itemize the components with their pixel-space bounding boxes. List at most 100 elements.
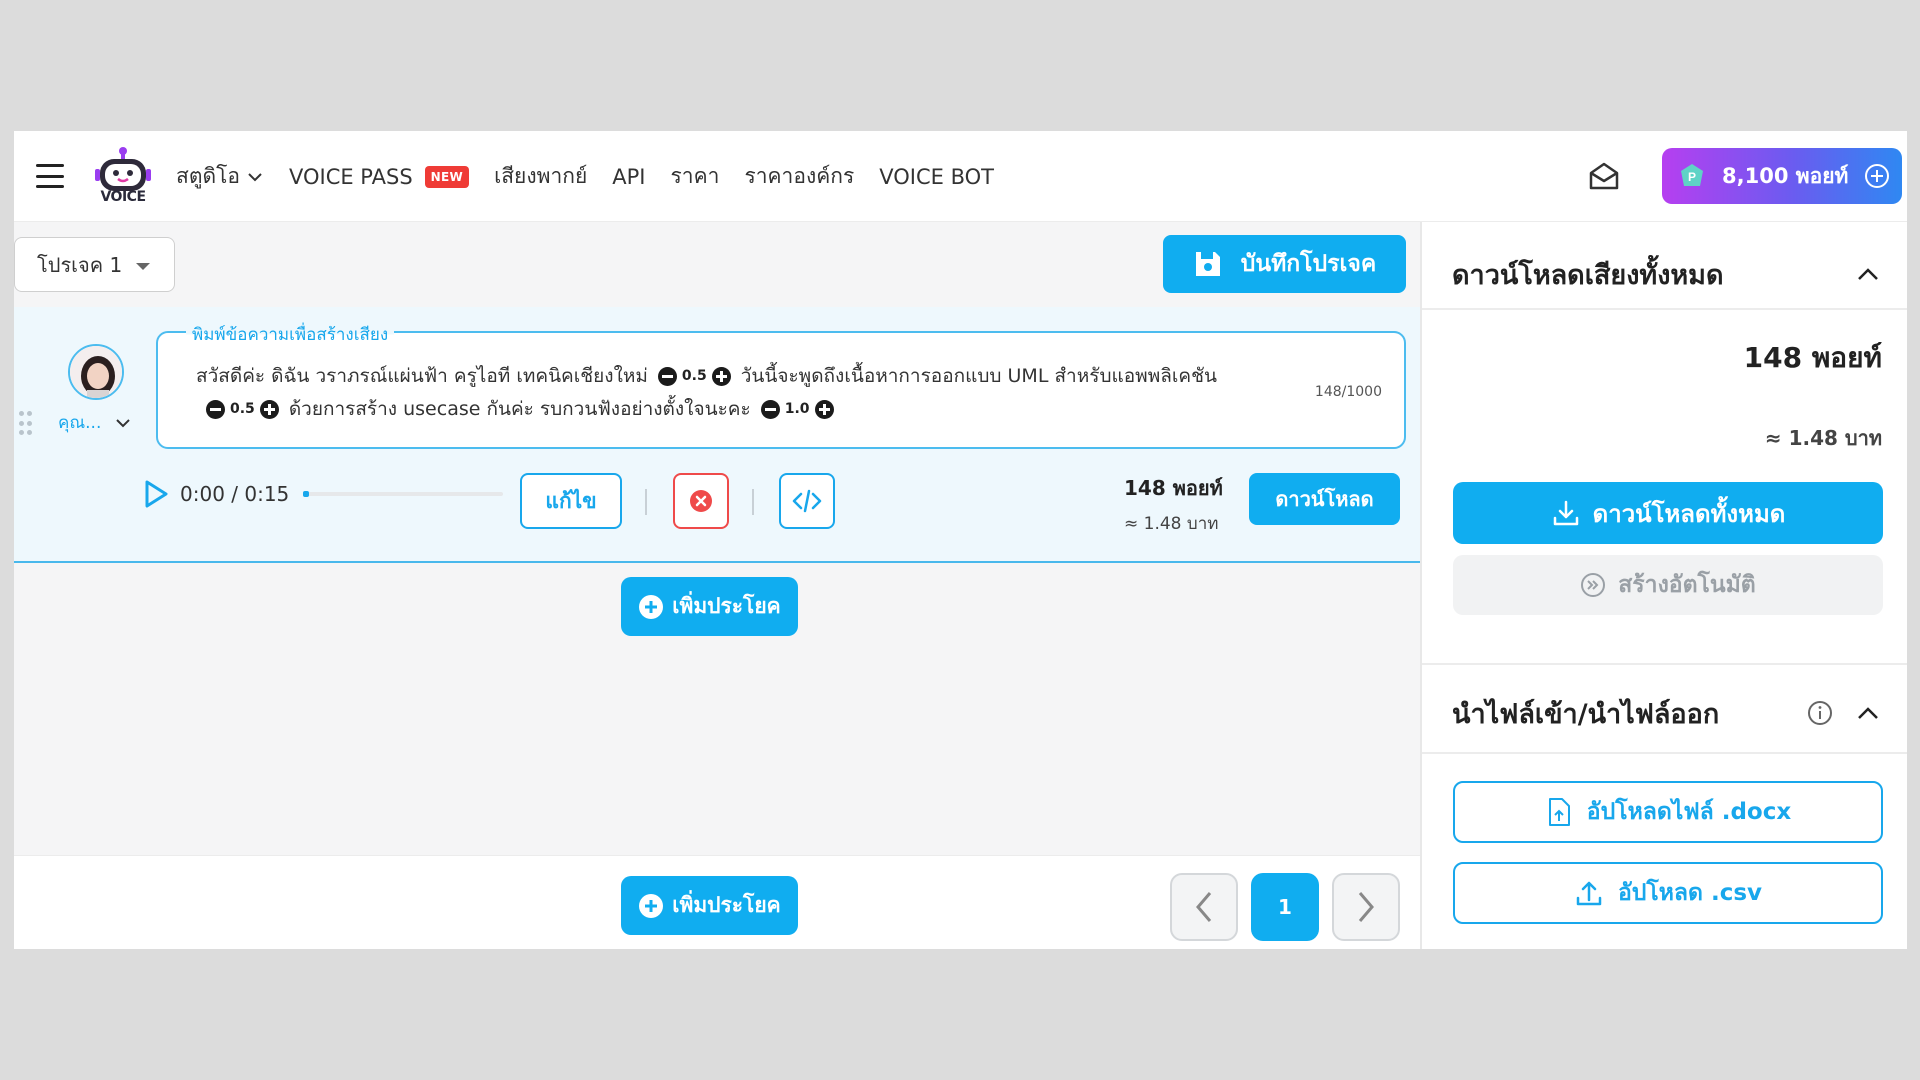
floppy-disk-icon bbox=[1195, 252, 1220, 276]
text-segment: วันนี้จะพูดถึงเนื้อหาการออกแบบ UML สำหรั… bbox=[740, 365, 1217, 387]
sentence-points: 148 พอยท์ bbox=[1124, 476, 1223, 500]
plus-circle-icon[interactable] bbox=[259, 399, 279, 419]
add-sentence-button-bottom[interactable]: เพิ่มประโยค bbox=[621, 876, 798, 935]
bottom-bar: เพิ่มประโยค 1 bbox=[14, 855, 1420, 949]
svg-text:P: P bbox=[1688, 170, 1696, 184]
nav-item-api[interactable]: API bbox=[612, 165, 645, 189]
save-project-button[interactable]: บันทึกโปรเจค bbox=[1163, 235, 1406, 293]
total-points: 148 พอยท์ bbox=[1743, 341, 1882, 374]
auto-generate-button[interactable]: สร้างอัตโนมัติ bbox=[1453, 555, 1883, 615]
nav-item-enterprise-pricing[interactable]: ราคาองค์กร bbox=[744, 160, 854, 193]
voice-avatar[interactable] bbox=[68, 344, 124, 400]
previous-page-button[interactable] bbox=[1170, 873, 1238, 941]
pause-value: 1.0 bbox=[784, 401, 810, 417]
text-segment: สวัสดีค่ะ ดิฉัน วราภรณ์แผ่นฟ้า ครูไอที เ… bbox=[196, 365, 648, 387]
import-panel-title: นำไฟล์เข้า/นำไฟล์ออก bbox=[1452, 698, 1720, 730]
drag-handle-icon[interactable] bbox=[19, 411, 33, 437]
download-all-label: ดาวน์โหลดทั้งหมด bbox=[1592, 499, 1786, 528]
upload-csv-button[interactable]: อัปโหลด .csv bbox=[1453, 862, 1883, 924]
add-sentence-label: เพิ่มประโยค bbox=[672, 594, 781, 618]
download-sentence-button[interactable]: ดาวน์โหลด bbox=[1249, 473, 1400, 525]
playback-progress-fill bbox=[303, 491, 310, 497]
add-sentence-button[interactable]: เพิ่มประโยค bbox=[621, 577, 798, 636]
play-icon[interactable] bbox=[142, 479, 170, 509]
playback-progress-bar[interactable] bbox=[303, 491, 504, 497]
app-window: VOICE สตูดิโอ VOICE PASS NEW เสียงพากย์ … bbox=[14, 131, 1907, 949]
upload-icon bbox=[1576, 881, 1602, 906]
logo-text: VOICE bbox=[100, 189, 146, 205]
divider bbox=[645, 489, 647, 515]
minus-circle-icon[interactable] bbox=[760, 399, 780, 419]
minus-circle-icon[interactable] bbox=[206, 399, 225, 419]
project-name: โปรเจค 1 bbox=[37, 252, 123, 277]
save-project-label: บันทึกโปรเจค bbox=[1240, 251, 1377, 277]
voice-avatar-image bbox=[70, 346, 122, 398]
sentence-baht: ≈ 1.48 บาท bbox=[1124, 514, 1219, 534]
nav-item-voice-pass[interactable]: VOICE PASS NEW bbox=[288, 164, 470, 189]
nav-item-pricing[interactable]: ราคา bbox=[671, 160, 720, 193]
chevron-up-icon[interactable] bbox=[1855, 700, 1881, 726]
text-segment: ด้วยการสร้าง usecase กันค่ะ รบกวนฟังอย่า… bbox=[288, 398, 751, 420]
nav-item-voice-bot[interactable]: VOICE BOT bbox=[879, 165, 994, 189]
chevron-left-icon bbox=[1196, 892, 1212, 922]
panel-separator bbox=[1422, 663, 1907, 665]
voice-selector[interactable]: คุณ... bbox=[58, 409, 131, 436]
sentence-text-input[interactable]: พิมพ์ข้อความเพื่อสร้างเสียง สวัสดีค่ะ ดิ… bbox=[156, 321, 1406, 449]
mail-icon[interactable] bbox=[1587, 159, 1621, 193]
file-upload-icon bbox=[1548, 798, 1570, 826]
plus-circle-icon bbox=[639, 594, 664, 619]
add-sentence-label: เพิ่มประโยค bbox=[672, 893, 781, 917]
nav-item-label: VOICE PASS bbox=[288, 164, 413, 189]
new-badge: NEW bbox=[424, 165, 470, 188]
add-points-icon bbox=[1865, 164, 1889, 188]
plus-circle-icon[interactable] bbox=[814, 399, 834, 419]
points-balance-button[interactable]: P 8,100 พอยท์ bbox=[1662, 148, 1902, 204]
next-page-button[interactable] bbox=[1332, 873, 1400, 941]
nav-item-studio[interactable]: สตูดิโอ bbox=[176, 160, 264, 193]
editor-area: โปรเจค 1 บันทึกโปรเจค คุณ... พิมพ์ข้อควา… bbox=[14, 222, 1420, 949]
plus-circle-icon bbox=[639, 893, 664, 918]
edit-button[interactable]: แก้ไข bbox=[520, 473, 622, 529]
plus-circle-icon[interactable] bbox=[711, 366, 731, 386]
info-icon[interactable] bbox=[1807, 700, 1833, 726]
pause-chip[interactable]: 0.5 bbox=[657, 366, 731, 386]
project-dropdown[interactable]: โปรเจค 1 bbox=[14, 237, 175, 292]
nav-item-dubbing[interactable]: เสียงพากย์ bbox=[494, 160, 587, 193]
delete-sentence-button[interactable] bbox=[673, 473, 729, 529]
points-gem-icon: P bbox=[1681, 164, 1703, 186]
text-line-1: สวัสดีค่ะ ดิฉัน วราภรณ์แผ่นฟ้า ครูไอที เ… bbox=[196, 361, 1217, 391]
top-navigation: VOICE สตูดิโอ VOICE PASS NEW เสียงพากย์ … bbox=[14, 131, 1907, 222]
upload-docx-button[interactable]: อัปโหลดไฟล์ .docx bbox=[1453, 781, 1883, 843]
chevron-up-icon[interactable] bbox=[1855, 261, 1881, 287]
character-count: 148/1000 bbox=[1314, 384, 1382, 400]
divider bbox=[752, 489, 754, 515]
download-icon bbox=[1553, 500, 1578, 526]
pause-chip[interactable]: 1.0 bbox=[760, 399, 834, 419]
minus-circle-icon[interactable] bbox=[657, 366, 677, 386]
code-icon bbox=[792, 489, 822, 513]
download-panel-title: ดาวน์โหลดเสียงทั้งหมด bbox=[1452, 259, 1724, 291]
pause-chip[interactable]: 0.5 bbox=[206, 399, 279, 419]
chevron-down-icon bbox=[248, 172, 262, 181]
download-all-button[interactable]: ดาวน์โหลดทั้งหมด bbox=[1453, 482, 1883, 544]
text-line-2: 0.5 ด้วยการสร้าง usecase กันค่ะ รบกวนฟัง… bbox=[206, 394, 834, 424]
chevron-right-icon bbox=[1358, 892, 1374, 922]
pause-value: 0.5 bbox=[230, 401, 255, 417]
audio-player: 0:00 / 0:15 bbox=[142, 479, 504, 509]
nav-item-label: สตูดิโอ bbox=[176, 164, 240, 188]
nav-item-label: ราคา bbox=[670, 164, 720, 188]
right-sidebar: ดาวน์โหลดเสียงทั้งหมด 148 พอยท์ ≈ 1.48 บ… bbox=[1420, 222, 1907, 949]
fast-forward-circle-icon bbox=[1581, 573, 1606, 597]
nav-item-label: ราคาองค์กร bbox=[744, 164, 855, 188]
total-baht: ≈ 1.48 บาท bbox=[1764, 426, 1882, 450]
nav-item-label: เสียงพากย์ bbox=[494, 164, 588, 188]
ssml-code-button[interactable] bbox=[779, 473, 835, 529]
nav-menu: สตูดิโอ VOICE PASS NEW เสียงพากย์ API รา… bbox=[176, 131, 994, 222]
import-panel-header[interactable]: นำไฟล์เข้า/นำไฟล์ออก bbox=[1422, 674, 1907, 754]
points-label: 8,100 พอยท์ bbox=[1722, 163, 1849, 188]
upload-csv-label: อัปโหลด .csv bbox=[1617, 880, 1763, 906]
hamburger-menu-icon[interactable] bbox=[36, 164, 64, 188]
download-panel-header[interactable]: ดาวน์โหลดเสียงทั้งหมด bbox=[1422, 240, 1907, 310]
current-page-button[interactable]: 1 bbox=[1251, 873, 1319, 941]
sentence-block: คุณ... พิมพ์ข้อความเพื่อสร้างเสียง สวัสด… bbox=[14, 307, 1420, 563]
